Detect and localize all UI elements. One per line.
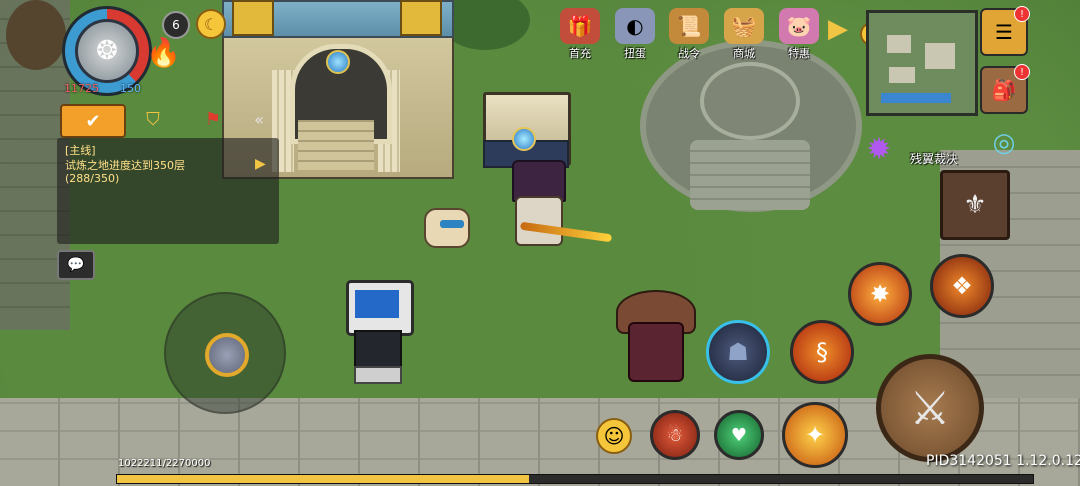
level-badge: 6 xyxy=(162,11,190,39)
guild-banner-button[interactable]: ⚜ xyxy=(940,170,1010,240)
skill-fire-dragon-button[interactable]: § xyxy=(790,320,854,384)
quest-list-button[interactable]: ☰ ! xyxy=(980,6,1030,56)
alert-badge: ! xyxy=(1014,6,1030,22)
minimap-building xyxy=(889,67,915,83)
temple-gem xyxy=(326,50,350,74)
pet-hamster xyxy=(424,208,470,248)
portal-icon[interactable]: ◎ xyxy=(982,118,1026,168)
fire-dragon-icon: § xyxy=(816,338,828,366)
menu-expand-arrow-icon[interactable]: ▶ xyxy=(828,14,854,48)
purple-crystal-boss-icon[interactable]: ✹ xyxy=(854,126,904,172)
menu-label: 商城 xyxy=(733,47,755,60)
shadow-cat-icon: ☗ xyxy=(727,338,749,366)
clipboard-icon[interactable]: ✔ xyxy=(60,104,126,138)
gingerbread-icon: ☃ xyxy=(666,424,684,446)
mp-value: 150 xyxy=(120,82,141,95)
menu-shop[interactable]: 🧺 商城 xyxy=(719,8,769,61)
menu-label: 战令 xyxy=(678,47,700,60)
minimap-building xyxy=(925,43,955,69)
chat-button[interactable]: 💬 xyxy=(57,250,95,280)
explosion-icon: ✸ xyxy=(869,280,891,308)
joystick-knob[interactable] xyxy=(205,333,249,377)
quest-title: [主线] xyxy=(65,144,96,157)
witch-npc[interactable] xyxy=(628,322,684,382)
temple-banner-right xyxy=(400,0,442,36)
robot-base xyxy=(354,366,402,384)
skill-explosion-button[interactable]: ✸ xyxy=(848,262,912,326)
tree-trunk xyxy=(6,0,66,70)
experience-bar xyxy=(116,474,1034,484)
banner-emblem-icon: ⚜ xyxy=(963,190,987,220)
chat-bubble-icon: 💬 xyxy=(67,257,85,273)
minimap[interactable] xyxy=(866,10,978,116)
flag-icon[interactable]: ⚑ xyxy=(200,104,226,134)
minimap-building xyxy=(887,35,911,53)
menu-label: 扭蛋 xyxy=(624,47,646,60)
experience-fill xyxy=(117,475,530,483)
skill-lava-golem-button[interactable]: ❖ xyxy=(930,254,994,318)
quest-toolbar: ✔ ⛉ ⚑ « xyxy=(60,104,282,138)
pedestal-gem xyxy=(512,127,536,151)
hero-character xyxy=(515,196,563,246)
alert-badge: ! xyxy=(1014,64,1030,80)
robot-screen xyxy=(355,290,399,318)
scroll-list-icon: ☰ xyxy=(995,20,1013,44)
moon-icon[interactable]: ☾ xyxy=(196,9,226,39)
magic-circle-center xyxy=(700,62,800,140)
fire-slash-icon: ✦ xyxy=(804,421,826,449)
temple-steps xyxy=(298,120,374,170)
menu-gacha[interactable]: ◐ 扭蛋 xyxy=(610,8,660,61)
shield-icon[interactable]: ⛉ xyxy=(138,104,168,134)
menu-label: 首充 xyxy=(569,47,591,60)
heal-heart-icon: ♥ xyxy=(730,424,748,446)
skill-shadow-cat-button[interactable]: ☗ xyxy=(706,320,770,384)
version-text: PID3142051 1.12.0.12 xyxy=(926,453,1080,469)
hp-value: 11725 xyxy=(64,82,99,95)
emoji-icon[interactable]: ☺ xyxy=(596,418,632,454)
sword-icon: ⚔ xyxy=(909,381,951,435)
skill-fire-slash-button[interactable]: ✦ xyxy=(782,402,848,468)
dragon-emblem-icon: ❂ xyxy=(75,19,139,83)
menu-label: 特惠 xyxy=(788,47,810,60)
lava-golem-icon: ❖ xyxy=(951,272,973,300)
fire-icon: 🔥 xyxy=(146,36,181,69)
pet-glasses xyxy=(440,220,464,228)
quest-progress: (288/350) xyxy=(65,172,120,185)
quest-go-icon[interactable]: ▶ xyxy=(255,156,266,172)
quest-panel[interactable]: [主线] 试炼之地进度达到350层 (288/350) ▶ xyxy=(57,138,279,244)
backpack-button[interactable]: 🎒 ! xyxy=(980,64,1030,114)
magic-circle-steps xyxy=(690,140,810,210)
sale-piggy-icon: 🐷 xyxy=(779,8,819,44)
experience-text: 1022211/2270000 xyxy=(118,458,211,469)
quest-description: 试炼之地进度达到350层 xyxy=(65,159,185,172)
menu-first-recharge[interactable]: 🎁 首充 xyxy=(555,8,605,61)
backpack-icon: 🎒 xyxy=(991,78,1017,102)
gacha-egg-icon: ◐ xyxy=(615,8,655,44)
skill-gingerbread-button[interactable]: ☃ xyxy=(650,410,700,460)
battle-pass-book-icon: 📜 xyxy=(669,8,709,44)
menu-sale[interactable]: 🐷 特惠 xyxy=(774,8,824,61)
collapse-icon[interactable]: « xyxy=(246,104,272,134)
menu-battle-pass[interactable]: 📜 战令 xyxy=(664,8,714,61)
attack-button[interactable]: ⚔ xyxy=(876,354,984,462)
first-recharge-icon: 🎁 xyxy=(560,8,600,44)
boss-label: 残翼裁决 xyxy=(910,152,959,166)
shop-basket-icon: 🧺 xyxy=(724,8,764,44)
skill-heal-heart-button[interactable]: ♥ xyxy=(714,410,764,460)
temple-banner-left xyxy=(232,0,274,36)
